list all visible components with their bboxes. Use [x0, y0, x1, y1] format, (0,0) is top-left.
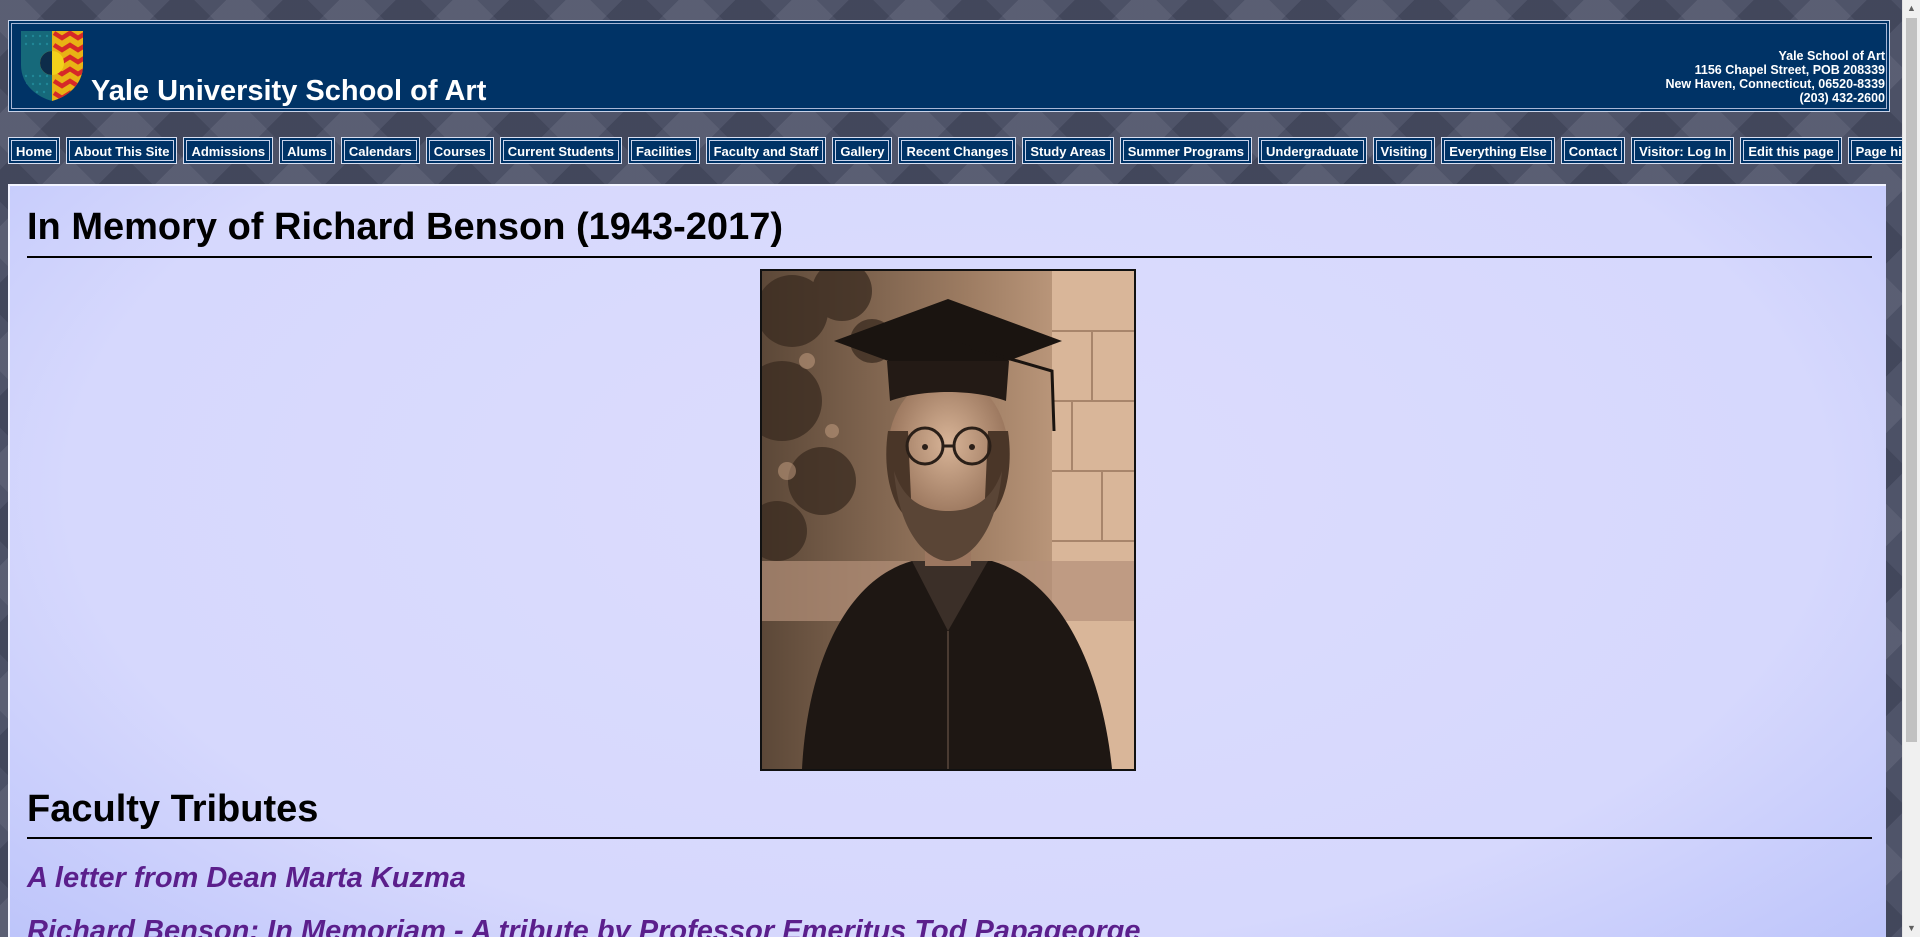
nav-edit-this-page[interactable]: Edit this page	[1740, 137, 1842, 164]
title-divider	[27, 256, 1872, 258]
scroll-down-arrow-icon[interactable]: ▼	[1903, 920, 1920, 937]
vertical-scrollbar[interactable]: ▲ ▼	[1902, 0, 1920, 937]
nav-facilities[interactable]: Facilities	[627, 137, 700, 164]
nav-recent-changes[interactable]: Recent Changes	[898, 137, 1017, 164]
nav-gallery[interactable]: Gallery	[832, 137, 893, 164]
nav-current-students[interactable]: Current Students	[499, 137, 622, 164]
scrollbar-thumb[interactable]	[1906, 18, 1917, 742]
site-header: Yale University School of Art Yale Schoo…	[8, 20, 1890, 112]
nav-courses[interactable]: Courses	[425, 137, 494, 164]
nav-page-history[interactable]: Page history	[1847, 137, 1902, 164]
main-navigation: Home About This Site Admissions Alums Ca…	[8, 137, 1902, 164]
page-title: In Memory of Richard Benson (1943-2017)	[27, 206, 783, 248]
scroll-up-arrow-icon[interactable]: ▲	[1903, 0, 1920, 17]
nav-admissions[interactable]: Admissions	[183, 137, 274, 164]
address-line: 1156 Chapel Street, POB 208339	[1694, 63, 1885, 77]
nav-faculty-and-staff[interactable]: Faculty and Staff	[705, 137, 827, 164]
richard-benson-portrait	[760, 269, 1136, 771]
nav-summer-programs[interactable]: Summer Programs	[1119, 137, 1253, 164]
nav-study-areas[interactable]: Study Areas	[1022, 137, 1114, 164]
phone-number: (203) 432-2600	[1799, 91, 1885, 105]
nav-visiting[interactable]: Visiting	[1372, 137, 1436, 164]
dean-letter-link[interactable]: A letter from Dean Marta Kuzma	[27, 862, 466, 895]
address-line: New Haven, Connecticut, 06520-8339	[1665, 77, 1885, 91]
address-line: Yale School of Art	[1778, 49, 1885, 63]
section-heading-faculty-tributes: Faculty Tributes	[27, 788, 319, 830]
nav-calendars[interactable]: Calendars	[340, 137, 420, 164]
nav-contact[interactable]: Contact	[1560, 137, 1626, 164]
nav-about-this-site[interactable]: About This Site	[66, 137, 178, 164]
nav-visitor-log-in[interactable]: Visitor: Log In	[1631, 137, 1735, 164]
section-divider	[27, 837, 1872, 839]
nav-everything-else[interactable]: Everything Else	[1441, 137, 1555, 164]
school-address: Yale School of Art 1156 Chapel Street, P…	[1665, 49, 1885, 105]
site-title[interactable]: Yale University School of Art	[91, 75, 486, 108]
yale-shield-logo[interactable]	[17, 27, 87, 103]
papageorge-tribute-link[interactable]: Richard Benson: In Memoriam - A tribute …	[27, 915, 1140, 937]
nav-home[interactable]: Home	[8, 137, 61, 164]
browser-viewport: Yale University School of Art Yale Schoo…	[0, 0, 1902, 937]
nav-alums[interactable]: Alums	[279, 137, 335, 164]
nav-undergraduate[interactable]: Undergraduate	[1258, 137, 1367, 164]
main-content: In Memory of Richard Benson (1943-2017)	[8, 184, 1886, 937]
